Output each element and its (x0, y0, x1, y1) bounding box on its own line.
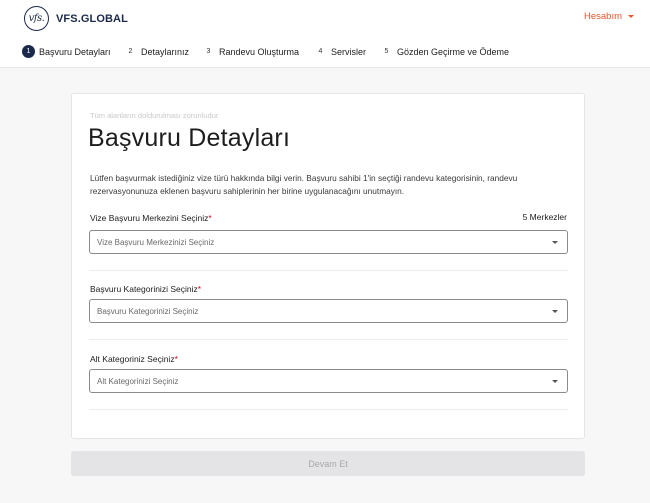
visa-center-select[interactable]: Vize Başvuru Merkezinizi Seçiniz (89, 230, 568, 254)
select-placeholder: Vize Başvuru Merkezinizi Seçiniz (97, 238, 215, 247)
visa-center-label: Vize Başvuru Merkezini Seçiniz* (90, 213, 212, 223)
header: vfs. VFS.GLOBAL Hesabım (0, 0, 650, 36)
progress-steps: 1 Başvuru Detayları 2 Detaylarınız 3 Ran… (0, 36, 650, 68)
select-placeholder: Alt Kategorinizi Seçiniz (97, 377, 179, 386)
vfs-logo[interactable]: vfs. VFS.GLOBAL (24, 6, 128, 31)
divider (89, 270, 568, 271)
vfs-logo-text: VFS.GLOBAL (56, 12, 128, 25)
step-label: Gözden Geçirme ve Ödeme (397, 46, 510, 57)
continue-button[interactable]: Devam Et (71, 451, 585, 476)
step-label: Randevu Oluşturma (219, 46, 300, 57)
step-number: 4 (318, 48, 323, 55)
dropdown-arrow-icon (552, 310, 558, 313)
step-label: Detaylarınız (141, 46, 190, 57)
account-label: Hesabım (584, 11, 623, 22)
application-category-select[interactable]: Başvuru Kategorinizi Seçiniz (89, 299, 568, 323)
step-label: Servisler (331, 46, 367, 57)
vfs-logo-mark: vfs. (24, 6, 49, 31)
required-fields-note: Tüm alanların doldurulması zorunludur (90, 111, 219, 120)
sub-category-select[interactable]: Alt Kategorinizi Seçiniz (89, 369, 568, 393)
form-description: Lütfen başvurmak istediğiniz vize türü h… (90, 173, 518, 196)
step-number: 2 (128, 48, 133, 55)
dropdown-arrow-icon (552, 241, 558, 244)
divider (89, 339, 568, 340)
application-category-label: Başvuru Kategorinizi Seçiniz* (90, 284, 202, 294)
step-services: 4 Servisler (314, 45, 366, 58)
sub-category-label: Alt Kategoriniz Seçiniz* (90, 354, 178, 364)
step-appointment: 3 Randevu Oluşturma (202, 45, 300, 58)
step-number: 3 (206, 48, 211, 55)
divider (89, 409, 568, 410)
step-review-payment: 5 Gözden Geçirme ve Ödeme (380, 45, 510, 58)
step-number: 1 (22, 45, 35, 58)
step-number: 5 (384, 48, 389, 55)
step-your-details: 2 Detaylarınız (124, 45, 189, 58)
page-title: Başvuru Detayları (88, 124, 291, 152)
required-asterisk: * (174, 354, 178, 364)
dropdown-arrow-icon (552, 380, 558, 383)
required-asterisk: * (197, 284, 202, 294)
chevron-down-icon (628, 15, 635, 18)
application-details-form: Tüm alanların doldurulması zorunludur Ba… (71, 93, 585, 439)
centers-count: 5 Merkezler (522, 212, 567, 222)
step-label: Başvuru Detayları (39, 46, 111, 57)
account-menu[interactable]: Hesabım (584, 11, 635, 22)
step-application-details: 1 Başvuru Detayları (22, 45, 111, 58)
select-placeholder: Başvuru Kategorinizi Seçiniz (97, 307, 199, 316)
required-asterisk: * (208, 213, 212, 223)
